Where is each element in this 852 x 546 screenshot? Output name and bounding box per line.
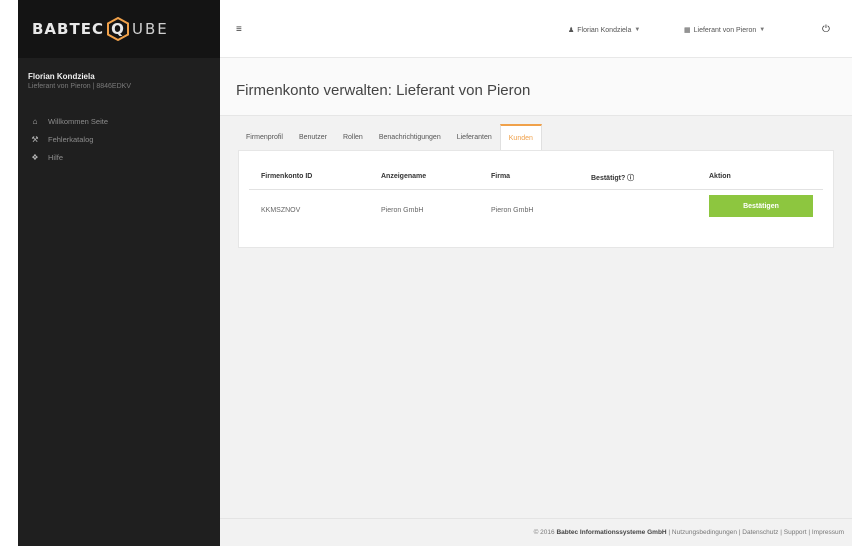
sidebar: BABTEC Q UBE Florian Kondziela Lieferant… bbox=[18, 0, 220, 546]
column-header-confirmed: Bestätigt? ⓘ bbox=[591, 175, 635, 182]
user-menu-label: Florian Kondziela bbox=[577, 26, 632, 34]
chevron-down-icon: ▼ bbox=[759, 27, 766, 33]
help-icon: ❖ bbox=[31, 152, 39, 162]
cell-company: Pieron GmbH bbox=[491, 207, 534, 214]
column-header-account-id: Firmenkonto ID bbox=[261, 173, 313, 180]
footer-link-imprint[interactable]: Impressum bbox=[812, 529, 844, 536]
cell-display-name: Pieron GmbH bbox=[381, 207, 424, 214]
home-icon: ⌂ bbox=[32, 116, 38, 126]
app-logo[interactable]: BABTEC Q UBE bbox=[32, 17, 169, 41]
sidebar-nav: ⌂ Willkommen Seite ⚒ Fehlerkatalog ❖ Hil… bbox=[18, 112, 220, 166]
tab-benachrichtigungen[interactable]: Benachrichtigungen bbox=[371, 124, 449, 150]
tab-benutzer[interactable]: Benutzer bbox=[291, 124, 335, 150]
footer-copyright: © 2016 bbox=[533, 529, 555, 536]
column-header-company: Firma bbox=[491, 173, 511, 180]
cube-logo-icon: Q bbox=[106, 17, 130, 41]
sidebar-item-label: Fehlerkatalog bbox=[48, 134, 94, 144]
tab-bar: Firmenprofil Benutzer Rollen Benachricht… bbox=[238, 124, 542, 150]
building-icon: ▦ bbox=[684, 27, 691, 34]
page-title: Firmenkonto verwalten: Lieferant von Pie… bbox=[236, 82, 531, 99]
sidebar-item-label: Hilfe bbox=[48, 152, 64, 162]
top-bar: ≡ ♟ Florian Kondziela ▼ ▦ Lieferant von … bbox=[220, 0, 852, 58]
company-menu-label: Lieferant von Pieron bbox=[693, 26, 757, 34]
sidebar-user-name: Florian Kondziela bbox=[28, 72, 95, 81]
chevron-down-icon: ▼ bbox=[634, 27, 641, 33]
tab-lieferanten[interactable]: Lieferanten bbox=[449, 124, 500, 150]
cell-account-id: KKMSZNOV bbox=[261, 207, 301, 214]
page-header: Firmenkonto verwalten: Lieferant von Pie… bbox=[220, 58, 852, 116]
tab-rollen[interactable]: Rollen bbox=[335, 124, 371, 150]
sidebar-item-help[interactable]: ❖ Hilfe bbox=[18, 148, 220, 166]
confirm-button[interactable]: Bestätigen bbox=[709, 195, 813, 217]
logo-cube-letter: Q bbox=[111, 20, 125, 38]
power-icon[interactable]: ⏻ bbox=[822, 24, 830, 35]
company-menu[interactable]: ▦ Lieferant von Pieron ▼ bbox=[684, 26, 766, 35]
customers-panel: Firmenkonto ID Anzeigename Firma Bestäti… bbox=[238, 150, 834, 248]
user-menu[interactable]: ♟ Florian Kondziela ▼ bbox=[568, 26, 641, 35]
column-header-display-name: Anzeigename bbox=[381, 173, 427, 180]
wrench-icon: ⚒ bbox=[31, 134, 39, 144]
menu-toggle-icon[interactable]: ≡ bbox=[236, 24, 242, 35]
footer-link-terms[interactable]: Nutzungsbedingungen bbox=[672, 529, 737, 536]
header-divider bbox=[249, 189, 823, 190]
sidebar-item-welcome[interactable]: ⌂ Willkommen Seite bbox=[18, 112, 220, 130]
sidebar-user-subtitle: Lieferant von Pieron | 8846EDKV bbox=[28, 83, 131, 90]
footer-link-support[interactable]: Support bbox=[784, 529, 807, 536]
logo-bar: BABTEC Q UBE bbox=[18, 0, 220, 58]
main-content: Firmenkonto verwalten: Lieferant von Pie… bbox=[220, 58, 852, 518]
user-icon: ♟ bbox=[568, 27, 575, 34]
footer-company: Babtec Informationssysteme GmbH bbox=[556, 529, 667, 536]
tab-firmenprofil[interactable]: Firmenprofil bbox=[238, 124, 291, 150]
logo-text-right: UBE bbox=[131, 20, 169, 38]
user-box: Florian Kondziela Lieferant von Pieron |… bbox=[18, 58, 220, 106]
sidebar-item-label: Willkommen Seite bbox=[48, 116, 109, 126]
footer: © 2016 Babtec Informationssysteme GmbH |… bbox=[220, 518, 852, 546]
logo-text-left: BABTEC bbox=[32, 20, 104, 38]
column-header-action: Aktion bbox=[709, 173, 731, 180]
tab-kunden[interactable]: Kunden bbox=[499, 124, 542, 150]
footer-link-privacy[interactable]: Datenschutz bbox=[742, 529, 778, 536]
sidebar-item-error-catalog[interactable]: ⚒ Fehlerkatalog bbox=[18, 130, 220, 148]
